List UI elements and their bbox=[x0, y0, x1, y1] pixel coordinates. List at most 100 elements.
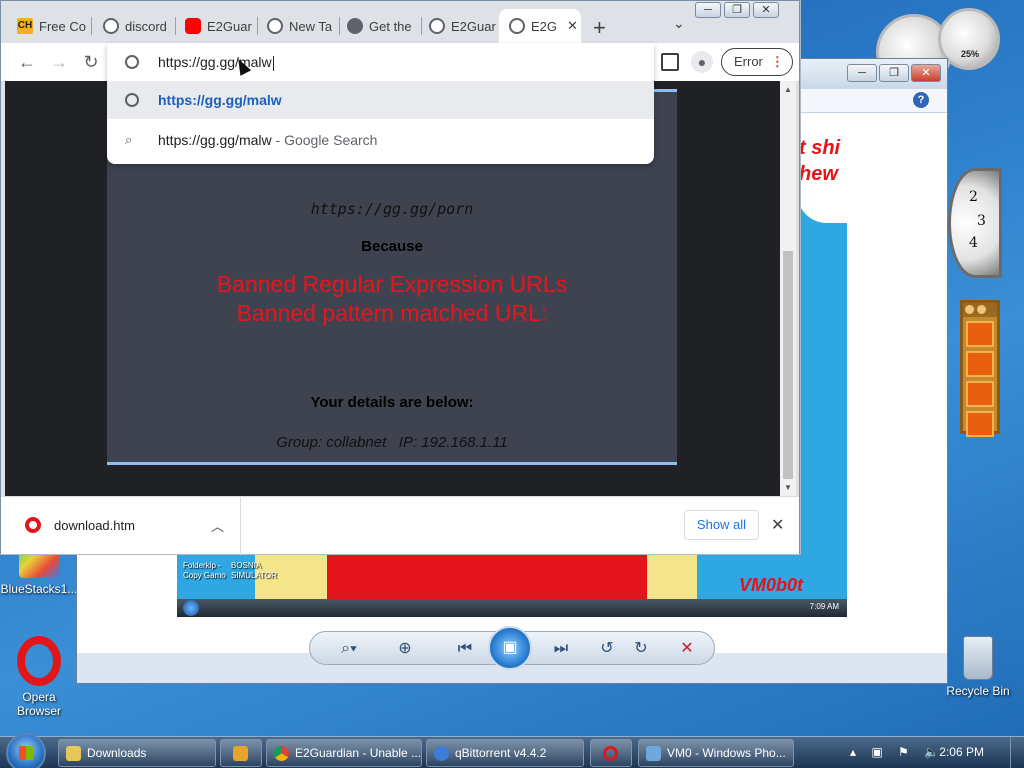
side-panel-icon[interactable] bbox=[661, 53, 679, 71]
block-reason-line: Banned Regular Expression URLs bbox=[216, 271, 568, 297]
tab[interactable]: E2Guar bbox=[419, 9, 499, 43]
vertical-scrollbar[interactable]: ▲ ▼ bbox=[780, 81, 796, 496]
address-input[interactable]: https://gg.gg/malw bbox=[158, 54, 274, 71]
close-button[interactable]: ✕ bbox=[911, 64, 941, 82]
globe-icon bbox=[429, 18, 445, 34]
globe-icon bbox=[125, 55, 139, 69]
clock-number: 3 bbox=[977, 213, 986, 229]
minimize-button[interactable]: ─ bbox=[847, 64, 877, 82]
tab-label: E2Guar bbox=[451, 18, 496, 34]
puzzle-tile[interactable] bbox=[966, 321, 994, 347]
omnibox-suggestion[interactable]: ⌕ https://gg.gg/malw - Google Search bbox=[107, 121, 654, 159]
chevron-up-icon[interactable]: ︿ bbox=[211, 516, 224, 535]
chrome-icon bbox=[274, 746, 289, 761]
youtube-icon bbox=[185, 18, 201, 34]
omnibox-dropdown: https://gg.gg/malw https://gg.gg/malw ⌕ … bbox=[107, 43, 654, 164]
tray-icons[interactable]: ▴ ▣ ⚑ 🔈 bbox=[850, 745, 945, 759]
omnibox-suggestion[interactable]: https://gg.gg/malw bbox=[107, 81, 654, 119]
reload-icon[interactable]: ↻ bbox=[79, 50, 103, 74]
group-ip-line: Group: collabnet IP: 192.168.1.11 bbox=[276, 434, 508, 451]
photo-viewer-icon bbox=[646, 746, 661, 761]
chrome-window[interactable]: CH Free Co discord E2Guar New Ta Get the… bbox=[0, 0, 800, 555]
scroll-down-icon[interactable]: ▼ bbox=[784, 483, 792, 492]
recycle-bin-icon bbox=[963, 636, 993, 680]
new-tab-icon[interactable]: + bbox=[593, 15, 606, 41]
maximize-button[interactable]: ❐ bbox=[879, 64, 909, 82]
taskbar-clock[interactable]: 2:06 PM bbox=[939, 745, 984, 759]
puzzle-tile[interactable] bbox=[966, 411, 994, 437]
taskbar-item-label: qBittorrent v4.4.2 bbox=[455, 746, 547, 760]
tab-label: E2Guar bbox=[207, 18, 252, 34]
desktop-icon-bluestacks[interactable]: BlueStacks1... bbox=[0, 548, 78, 596]
desktop-icon-label: Recycle Bin bbox=[946, 684, 1010, 698]
maximize-button[interactable]: ❐ bbox=[724, 2, 750, 18]
download-item[interactable]: download.htm ︿ bbox=[1, 497, 241, 555]
address-bar[interactable]: https://gg.gg/malw bbox=[107, 43, 654, 81]
scrollbar-thumb[interactable] bbox=[783, 251, 793, 479]
minimize-button[interactable]: ─ bbox=[695, 2, 721, 18]
back-icon[interactable]: ← bbox=[15, 50, 39, 74]
delete-icon[interactable]: ✕ bbox=[676, 638, 698, 660]
desktop-icon-recycle-bin[interactable]: Recycle Bin bbox=[940, 636, 1016, 698]
taskbar-item-photo-viewer[interactable]: VM0 - Windows Pho... bbox=[638, 739, 794, 767]
address-text: https://gg.gg/malw bbox=[158, 54, 272, 70]
close-icon[interactable]: ✕ bbox=[771, 515, 784, 535]
close-button[interactable]: ✕ bbox=[753, 2, 779, 18]
viewer-window-controls: ─ ❐ ✕ bbox=[847, 64, 941, 82]
puzzle-gadget[interactable] bbox=[960, 300, 1000, 437]
menu-dots-icon: ⋮ bbox=[770, 54, 784, 69]
tab[interactable]: E2Guar bbox=[175, 9, 257, 43]
fit-icon[interactable]: ⊕ bbox=[394, 638, 416, 660]
tab[interactable]: CH Free Co bbox=[7, 9, 89, 43]
help-icon[interactable]: ? bbox=[913, 92, 929, 108]
puzzle-tile[interactable] bbox=[966, 381, 994, 407]
scroll-up-icon[interactable]: ▲ bbox=[784, 85, 792, 94]
taskbar-item-opera[interactable] bbox=[590, 739, 632, 767]
tab-close-icon[interactable]: ✕ bbox=[567, 18, 578, 34]
next-icon[interactable]: ⏭ bbox=[546, 638, 576, 660]
tab-label: E2G bbox=[531, 18, 558, 34]
error-button[interactable]: Error ⋮ bbox=[721, 48, 793, 76]
taskbar-item-downloads[interactable]: Downloads bbox=[58, 739, 216, 767]
tab-active[interactable]: E2G ✕ bbox=[499, 9, 581, 43]
taskbar-item-chrome[interactable]: E2Guardian - Unable ... bbox=[266, 739, 422, 767]
tab-label: Get the bbox=[369, 18, 412, 34]
show-all-button[interactable]: Show all bbox=[684, 510, 759, 540]
tab[interactable]: discord bbox=[93, 9, 173, 43]
tab[interactable]: Get the bbox=[337, 9, 419, 43]
download-bar: download.htm ︿ Show all ✕ bbox=[1, 496, 799, 555]
download-file-name: download.htm bbox=[54, 518, 135, 533]
globe-icon bbox=[125, 93, 139, 107]
zoom-icon[interactable]: ⌕▾ bbox=[334, 638, 364, 660]
error-label: Error bbox=[734, 54, 763, 69]
rotate-right-icon[interactable]: ↻ bbox=[630, 638, 652, 660]
tab-strip: CH Free Co discord E2Guar New Ta Get the… bbox=[1, 1, 799, 43]
chrome-icon bbox=[267, 18, 283, 34]
taskbar-item-label: E2Guardian - Unable ... bbox=[295, 746, 422, 760]
image-caption: BOSNIA SIMULATOR bbox=[231, 561, 277, 580]
tab-search-icon[interactable]: ⌄ bbox=[673, 15, 685, 32]
suggestion-text: https://gg.gg/malw bbox=[158, 132, 272, 148]
tab[interactable]: New Ta bbox=[257, 9, 337, 43]
puzzle-tile[interactable] bbox=[966, 351, 994, 377]
desktop-icon-opera[interactable]: Opera Browser bbox=[4, 636, 74, 718]
start-button[interactable] bbox=[6, 733, 46, 768]
image-clock: 7:09 AM bbox=[809, 602, 839, 611]
media-player-icon bbox=[233, 746, 248, 761]
image-taskbar: 7:09 AM bbox=[177, 599, 847, 617]
slideshow-icon[interactable]: ▣ bbox=[488, 626, 532, 670]
clock-number: 4 bbox=[969, 235, 978, 251]
taskbar-item-qbittorrent[interactable]: qBittorrent v4.4.2 bbox=[426, 739, 584, 767]
taskbar: Downloads E2Guardian - Unable ... qBitto… bbox=[0, 733, 1024, 768]
image-caption: Folderkip - Copy Gamo bbox=[183, 561, 226, 580]
qbittorrent-icon bbox=[434, 746, 449, 761]
profile-icon[interactable]: ● bbox=[691, 51, 713, 73]
rotate-left-icon[interactable]: ↺ bbox=[596, 638, 618, 660]
search-icon: ⌕ bbox=[125, 132, 133, 147]
block-reason: Banned Regular Expression URLs Banned pa… bbox=[107, 270, 677, 328]
forward-icon[interactable]: → bbox=[47, 50, 71, 74]
show-desktop-button[interactable] bbox=[1010, 737, 1024, 768]
opera-icon bbox=[603, 746, 618, 761]
previous-icon[interactable]: ⏮ bbox=[450, 638, 480, 660]
taskbar-item-media[interactable] bbox=[220, 739, 262, 767]
